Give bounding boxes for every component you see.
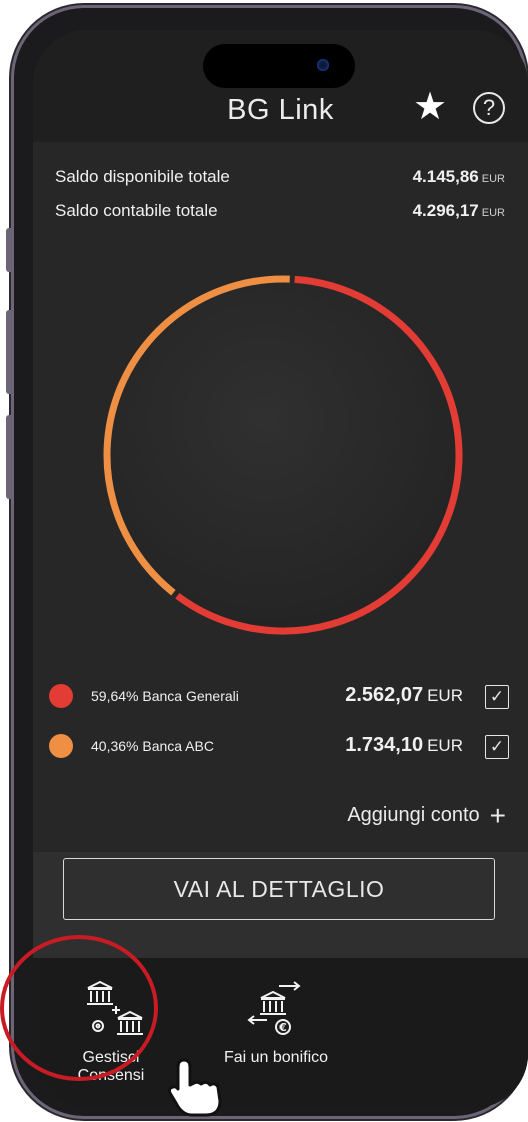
svg-text:€: € <box>278 1021 287 1034</box>
available-balance-row: Saldo disponibile totale 4.145,86 EUR <box>55 167 505 187</box>
volume-up-button <box>6 310 13 394</box>
pointing-hand-icon <box>167 1058 222 1117</box>
account-label: 40,36% Banca ABC <box>91 738 214 754</box>
accounting-balance-value: 4.296,17 <box>412 201 479 220</box>
accounting-balance-row: Saldo contabile totale 4.296,17 EUR <box>55 201 505 221</box>
available-balance-value: 4.145,86 <box>412 167 479 186</box>
plus-icon: + <box>489 800 506 831</box>
account-amount-value: 2.562,07 <box>345 684 424 706</box>
account-label: 59,64% Banca Generali <box>91 688 239 704</box>
account-amount: 1.734,10 EUR <box>345 734 463 757</box>
dynamic-island <box>203 44 355 88</box>
detail-button[interactable]: VAI AL DETTAGLIO <box>63 858 495 920</box>
available-balance-label: Saldo disponibile totale <box>55 167 230 186</box>
add-account-button[interactable]: Aggiungi conto + <box>347 800 506 832</box>
account-amount: 2.562,07 EUR <box>345 684 463 707</box>
available-balance-currency: EUR <box>481 173 505 185</box>
account-row-banca-abc[interactable]: 40,36% Banca ABC 1.734,10 EUR ✓ <box>49 730 515 762</box>
top-bar: BG Link ★ ? <box>33 30 528 142</box>
help-icon[interactable]: ? <box>473 92 505 124</box>
accounting-balance-label: Saldo contabile totale <box>55 201 218 220</box>
add-account-label: Aggiungi conto <box>347 804 480 826</box>
account-amount-currency: EUR <box>427 686 463 705</box>
highlight-ring <box>0 935 158 1081</box>
camera-icon <box>317 59 329 71</box>
account-checkbox[interactable]: ✓ <box>485 685 509 709</box>
donut-chart-svg <box>103 275 463 635</box>
donut-chart[interactable] <box>93 265 473 645</box>
app-title: BG Link <box>227 94 334 126</box>
accounting-balance-currency: EUR <box>481 207 505 219</box>
make-transfer-button[interactable]: € Fai un bonifico <box>201 980 351 1067</box>
star-icon[interactable]: ★ <box>413 88 447 126</box>
bank-transfer-icon: € <box>247 981 301 1035</box>
legend-dot <box>49 734 73 758</box>
account-amount-value: 1.734,10 <box>345 734 424 756</box>
mute-switch <box>6 228 13 272</box>
account-row-banca-generali[interactable]: 59,64% Banca Generali 2.562,07 EUR ✓ <box>49 680 515 712</box>
account-checkbox[interactable]: ✓ <box>485 735 509 759</box>
account-amount-currency: EUR <box>427 736 463 755</box>
volume-down-button <box>6 415 13 499</box>
legend-dot <box>49 684 73 708</box>
